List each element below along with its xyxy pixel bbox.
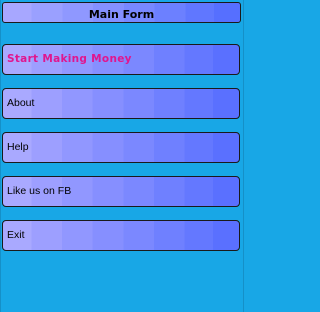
exit-button[interactable]: Exit	[2, 220, 240, 251]
title-bar: Main Form	[2, 2, 241, 23]
main-form-screen: Main Form Start Making Money About Help …	[0, 0, 244, 312]
like-us-on-fb-label: Like us on FB	[7, 185, 72, 197]
start-making-money-button[interactable]: Start Making Money	[2, 44, 240, 75]
exit-label: Exit	[7, 229, 25, 241]
window-title: Main Form	[88, 8, 155, 21]
like-us-on-fb-button[interactable]: Like us on FB	[2, 176, 240, 207]
help-label: Help	[7, 141, 29, 153]
about-button[interactable]: About	[2, 88, 240, 119]
about-label: About	[7, 97, 35, 109]
start-making-money-label: Start Making Money	[7, 53, 132, 65]
help-button[interactable]: Help	[2, 132, 240, 163]
